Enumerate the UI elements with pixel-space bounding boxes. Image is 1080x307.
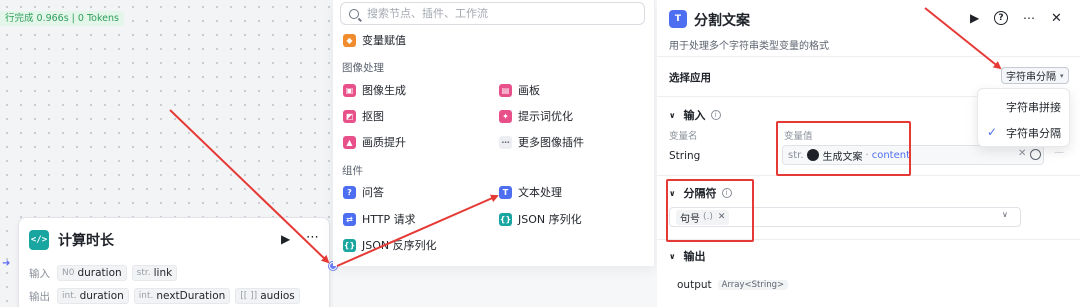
menu-item-text-processing[interactable]: T 文本处理 bbox=[499, 184, 562, 200]
divider bbox=[657, 175, 1080, 176]
menu-item-variable-assign[interactable]: ◆ 变量赋值 bbox=[343, 32, 406, 48]
json-deserialize-icon: {} bbox=[343, 238, 356, 252]
var-value-field[interactable]: str. 生成文案 · content bbox=[782, 145, 1044, 165]
menu-item-cutout[interactable]: ◩ 抠图 bbox=[343, 108, 384, 124]
canvas-board-icon: ▤ bbox=[499, 83, 512, 97]
separator-select[interactable]: 句号 (.) ✕ bbox=[669, 207, 1021, 227]
check-icon: ✓ bbox=[987, 125, 998, 139]
menu-item-json-deserialize[interactable]: {} JSON 反序列化 bbox=[343, 237, 437, 253]
cutout-icon: ◩ bbox=[343, 109, 356, 123]
run-status-badge: 行完成 0.966s | 0 Tokens bbox=[0, 11, 124, 26]
info-icon[interactable]: i bbox=[721, 188, 732, 198]
var-name: String bbox=[669, 150, 701, 162]
help-icon[interactable]: ? bbox=[994, 11, 1008, 25]
remove-icon[interactable]: — bbox=[1054, 147, 1064, 158]
node-output-row: 输出 int. duration int. nextDuration [[ ]] au… bbox=[29, 288, 305, 304]
search-icon bbox=[349, 8, 359, 19]
run-node-button[interactable]: ▶ bbox=[281, 232, 290, 246]
add-node-menu: ◆ 变量赋值 图像处理 ▣ 图像生成 ▤ 画板 ◩ 抠图 ✦ 提示词优化 ▲ 画… bbox=[333, 0, 655, 266]
text-split-icon: T bbox=[669, 10, 687, 28]
node-title: 计算时长 bbox=[58, 233, 114, 249]
var-name-header: 变量名 bbox=[669, 131, 698, 142]
node-search-input[interactable] bbox=[367, 7, 617, 20]
variable-assign-icon: ◆ bbox=[343, 33, 356, 47]
question-icon: ? bbox=[343, 185, 356, 199]
section-input-header[interactable]: ∨ 输入 i bbox=[669, 107, 721, 123]
more-options-icon[interactable]: ⋯ bbox=[1023, 11, 1036, 25]
chevron-down-icon: ∨ bbox=[669, 251, 676, 261]
more-options-icon[interactable]: ⋯ bbox=[306, 230, 320, 245]
input-arrow-icon: ➜ bbox=[2, 258, 11, 269]
divider bbox=[657, 239, 1080, 240]
dropdown-option[interactable]: 字符串拼接 bbox=[1006, 99, 1061, 115]
panel-title: 分割文案 bbox=[694, 13, 750, 29]
menu-item-canvas[interactable]: ▤ 画板 bbox=[499, 82, 540, 98]
http-icon: ⇄ bbox=[343, 212, 356, 226]
select-app-label: 选择应用 bbox=[669, 72, 711, 84]
target-icon[interactable] bbox=[1030, 149, 1041, 160]
menu-item-image-gen[interactable]: ▣ 图像生成 bbox=[343, 82, 406, 98]
output-chip: int. duration bbox=[57, 288, 129, 304]
input-chip: N0 duration bbox=[57, 265, 127, 281]
input-chip: str. link bbox=[131, 265, 178, 281]
clear-icon[interactable]: ✕ bbox=[1018, 148, 1026, 159]
separator-chip[interactable]: 句号 (.) ✕ bbox=[676, 209, 730, 225]
dropdown-option-selected[interactable]: 字符串分隔 bbox=[1006, 125, 1061, 141]
close-icon[interactable]: ✕ bbox=[1051, 11, 1062, 26]
quality-up-icon: ▲ bbox=[343, 135, 356, 149]
app-select-dropdown: 字符串拼接 ✓ 字符串分隔 bbox=[977, 88, 1070, 147]
json-serialize-icon: {} bbox=[499, 212, 512, 226]
node-config-panel: T 分割文案 ▶ ? ⋯ ✕ 用于处理多个字符串类型变量的格式 选择应用 字符串… bbox=[657, 0, 1080, 307]
menu-item-json-serialize[interactable]: {} JSON 序列化 bbox=[499, 211, 582, 227]
panel-description: 用于处理多个字符串类型变量的格式 bbox=[669, 41, 829, 52]
divider bbox=[657, 96, 977, 97]
node-input-row: 输入 N0 duration str. link bbox=[29, 265, 182, 281]
chevron-down-icon: ▾ bbox=[1060, 71, 1064, 80]
chevron-down-icon: ∨ bbox=[669, 188, 676, 198]
prompt-optimize-icon: ✦ bbox=[499, 109, 512, 123]
chevron-down-icon: ∨ bbox=[669, 110, 676, 120]
menu-item-more-image-plugins[interactable]: ⋯ 更多图像插件 bbox=[499, 134, 584, 150]
workflow-canvas[interactable]: 行完成 0.966s | 0 Tokens ➜ </> 计算时长 ▶ ⋯ 输入 … bbox=[0, 0, 337, 307]
menu-item-quality-up[interactable]: ▲ 画质提升 bbox=[343, 134, 406, 150]
remove-chip-icon[interactable]: ✕ bbox=[718, 212, 726, 222]
section-title-component: 组件 bbox=[342, 165, 363, 177]
output-chip: [[ ]] audios bbox=[235, 288, 300, 304]
node-search-box[interactable] bbox=[340, 2, 645, 25]
input-label: 输入 bbox=[29, 267, 50, 280]
var-value-header: 变量值 bbox=[784, 131, 813, 142]
more-dots-icon: ⋯ bbox=[499, 135, 512, 149]
chevron-down-icon: ∨ bbox=[1002, 210, 1008, 219]
section-output-header[interactable]: ∨ 输出 bbox=[669, 248, 706, 264]
menu-item-http-request[interactable]: ⇄ HTTP 请求 bbox=[343, 211, 416, 227]
code-icon: </> bbox=[29, 230, 49, 250]
menu-item-qa[interactable]: ? 问答 bbox=[343, 184, 384, 200]
section-title-image: 图像处理 bbox=[342, 62, 384, 74]
section-separator-header[interactable]: ∨ 分隔符 i bbox=[669, 185, 732, 201]
app-select[interactable]: 字符串分隔 ▾ bbox=[1001, 67, 1069, 84]
divider bbox=[657, 56, 1080, 57]
run-button[interactable]: ▶ bbox=[970, 11, 979, 25]
output-row: output Array<String> bbox=[677, 279, 789, 291]
info-icon[interactable]: i bbox=[710, 110, 721, 120]
image-gen-icon: ▣ bbox=[343, 83, 356, 97]
node-card-calc-duration[interactable]: </> 计算时长 ▶ ⋯ 输入 N0 duration str. link 输出 i… bbox=[18, 217, 330, 307]
menu-item-prompt-optimize[interactable]: ✦ 提示词优化 bbox=[499, 108, 573, 124]
source-node-icon bbox=[806, 149, 819, 161]
output-chip: int. nextDuration bbox=[133, 288, 231, 304]
output-label: 输出 bbox=[29, 290, 50, 303]
text-processing-icon: T bbox=[499, 185, 512, 199]
